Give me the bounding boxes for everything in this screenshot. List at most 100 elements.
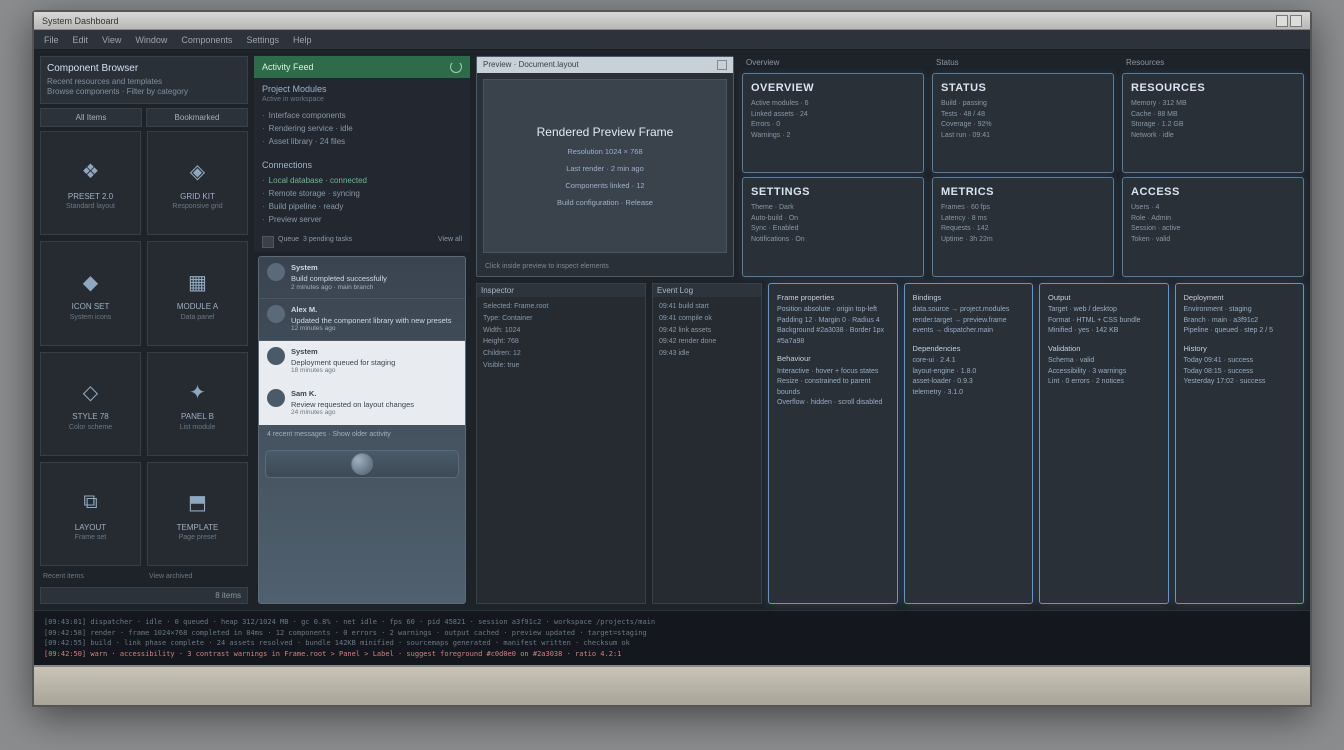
card-status[interactable]: STATUS Build · passing Tests · 48 / 48 C… xyxy=(932,73,1114,173)
section-title: Deployment xyxy=(1184,292,1296,303)
detail-card-4[interactable]: Deployment Environment · staging Branch … xyxy=(1175,283,1305,604)
card-line: Latency · 8 ms xyxy=(941,214,1105,225)
window-titlebar[interactable]: System Dashboard xyxy=(34,12,1310,30)
sidebar-tab-all[interactable]: All Items xyxy=(40,108,142,127)
card-settings[interactable]: SETTINGS Theme · Dark Auto-build · On Sy… xyxy=(742,177,924,277)
detail-line: Accessibility · 3 warnings xyxy=(1048,367,1160,378)
detail-line: Schema · valid xyxy=(1048,356,1160,367)
chat-text: Updated the component library with new p… xyxy=(291,316,457,326)
chat-author: Alex M. xyxy=(291,305,457,315)
list-item[interactable]: ·Build pipeline · ready xyxy=(262,200,462,213)
activity-header: Activity Feed xyxy=(254,56,470,78)
card-overview[interactable]: OVERVIEW Active modules · 6 Linked asset… xyxy=(742,73,924,173)
tile-sublabel: List module xyxy=(180,424,216,431)
section-title: Dependencies xyxy=(913,343,1025,354)
list-item[interactable]: ·Preview server xyxy=(262,213,462,226)
detail-line: Overflow · hidden · scroll disabled xyxy=(777,398,889,409)
card-title: OVERVIEW xyxy=(751,82,915,94)
card-line: Active modules · 6 xyxy=(751,99,915,110)
avatar-icon xyxy=(267,305,285,323)
chat-message[interactable]: Alex M.Updated the component library wit… xyxy=(259,299,465,341)
chat-message[interactable]: Sam K.Review requested on layout changes… xyxy=(259,383,465,425)
tile-layout[interactable]: ⧉ LAYOUT Frame set xyxy=(40,462,141,566)
menu-components[interactable]: Components xyxy=(181,35,232,45)
queue-view-all[interactable]: View all xyxy=(438,236,462,248)
list-item[interactable]: ·Rendering service · idle xyxy=(262,122,462,135)
chat-input[interactable] xyxy=(265,450,459,478)
detail-line: Today 08:15 · success xyxy=(1184,367,1296,378)
inspector-panel: Inspector Selected: Frame.root Type: Con… xyxy=(476,283,646,604)
detail-card-2[interactable]: Bindings data.source → project.modules r… xyxy=(904,283,1034,604)
window-minimize-button[interactable] xyxy=(1276,15,1288,27)
chat-timestamp: 18 minutes ago xyxy=(291,367,457,375)
menu-file[interactable]: File xyxy=(44,35,59,45)
sidebar-tab-bookmarked[interactable]: Bookmarked xyxy=(146,108,248,127)
preview-line: Last render · 2 min ago xyxy=(566,164,644,173)
tile-label: LAYOUT xyxy=(75,523,106,533)
footer-recent[interactable]: Recent items xyxy=(40,570,142,583)
inspector-row: Height: 768 xyxy=(483,336,639,348)
tile-style[interactable]: ◇ STYLE 78 Color scheme xyxy=(40,352,141,456)
menu-help[interactable]: Help xyxy=(293,35,312,45)
card-line: Frames · 60 fps xyxy=(941,203,1105,214)
card-line: Token · valid xyxy=(1131,235,1295,246)
tile-preset[interactable]: ❖ PRESET 2.0 Standard layout xyxy=(40,131,141,235)
tile-icon-set[interactable]: ◆ ICON SET System icons xyxy=(40,241,141,345)
card-resources[interactable]: RESOURCES Memory · 312 MB Cache · 88 MB … xyxy=(1122,73,1304,173)
preview-expand-icon[interactable] xyxy=(717,60,727,70)
section-title: Frame properties xyxy=(777,292,889,303)
tile-grid-kit[interactable]: ◈ GRID KIT Responsive grid xyxy=(147,131,248,235)
detail-line: data.source → project.modules xyxy=(913,305,1025,316)
preview-viewport[interactable]: Rendered Preview Frame Resolution 1024 ×… xyxy=(483,79,727,253)
tile-sublabel: Data panel xyxy=(181,314,215,321)
card-metrics[interactable]: METRICS Frames · 60 fps Latency · 8 ms R… xyxy=(932,177,1114,277)
detail-line: Resize · constrained to parent bounds xyxy=(777,377,889,398)
application-window: System Dashboard File Edit View Window C… xyxy=(32,10,1312,707)
window-maximize-button[interactable] xyxy=(1290,15,1302,27)
footer-archived[interactable]: View archived xyxy=(146,570,248,583)
microphone-icon[interactable] xyxy=(351,453,373,475)
list-item[interactable]: ·Asset library · 24 files xyxy=(262,135,462,148)
chat-footer[interactable]: 4 recent messages · Show older activity xyxy=(259,425,465,444)
tile-template[interactable]: ⬒ TEMPLATE Page preset xyxy=(147,462,248,566)
preview-titlebar[interactable]: Preview · Document.layout xyxy=(477,57,733,73)
sidebar-count-badge: 8 items xyxy=(40,587,248,604)
tile-module-a[interactable]: ▦ MODULE A Data panel xyxy=(147,241,248,345)
window-title: System Dashboard xyxy=(42,16,119,26)
tile-label: PRESET 2.0 xyxy=(68,192,113,202)
chat-message[interactable]: SystemDeployment queued for staging18 mi… xyxy=(259,341,465,383)
tile-panel-b[interactable]: ✦ PANEL B List module xyxy=(147,352,248,456)
section-title: Output xyxy=(1048,292,1160,303)
chat-message[interactable]: SystemBuild completed successfully2 minu… xyxy=(259,257,465,299)
tile-sublabel: System icons xyxy=(70,314,112,321)
activity-column: Activity Feed Project Modules Active in … xyxy=(254,56,470,604)
inspector-row: Visible: true xyxy=(483,360,639,372)
workspace: Component Browser Recent resources and t… xyxy=(34,50,1310,610)
inspector-row: Width: 1024 xyxy=(483,325,639,337)
detail-card-3[interactable]: Output Target · web / desktop Format · H… xyxy=(1039,283,1169,604)
sidebar-footer: Recent items View archived xyxy=(40,570,248,583)
section-modules-subtitle: Active in workspace xyxy=(254,96,470,107)
refresh-icon[interactable] xyxy=(450,61,462,73)
detail-line: Branch · main · a3f91c2 xyxy=(1184,316,1296,327)
preset-icon: ❖ xyxy=(75,156,107,188)
detail-card-1[interactable]: Frame properties Position absolute · ori… xyxy=(768,283,898,604)
list-item[interactable]: ·Interface components xyxy=(262,109,462,122)
detail-line: layout-engine · 1.8.0 xyxy=(913,367,1025,378)
template-icon: ⬒ xyxy=(182,487,214,519)
list-item[interactable]: ·Local database · connected xyxy=(262,174,462,187)
card-title: ACCESS xyxy=(1131,186,1295,198)
tile-label: TEMPLATE xyxy=(177,523,219,533)
card-line: Cache · 88 MB xyxy=(1131,110,1295,121)
card-line: Storage · 1.2 GB xyxy=(1131,120,1295,131)
list-item[interactable]: ·Remote storage · syncing xyxy=(262,187,462,200)
card-access[interactable]: ACCESS Users · 4 Role · Admin Session · … xyxy=(1122,177,1304,277)
diamond-icon: ◆ xyxy=(75,266,107,298)
console-output[interactable]: [09:43:01] dispatcher · idle · 0 queued … xyxy=(34,610,1310,665)
menu-window[interactable]: Window xyxy=(135,35,167,45)
menu-settings[interactable]: Settings xyxy=(246,35,279,45)
preview-title-text: Preview · Document.layout xyxy=(483,60,579,70)
menu-edit[interactable]: Edit xyxy=(73,35,89,45)
menu-view[interactable]: View xyxy=(102,35,121,45)
card-line: Sync · Enabled xyxy=(751,224,915,235)
